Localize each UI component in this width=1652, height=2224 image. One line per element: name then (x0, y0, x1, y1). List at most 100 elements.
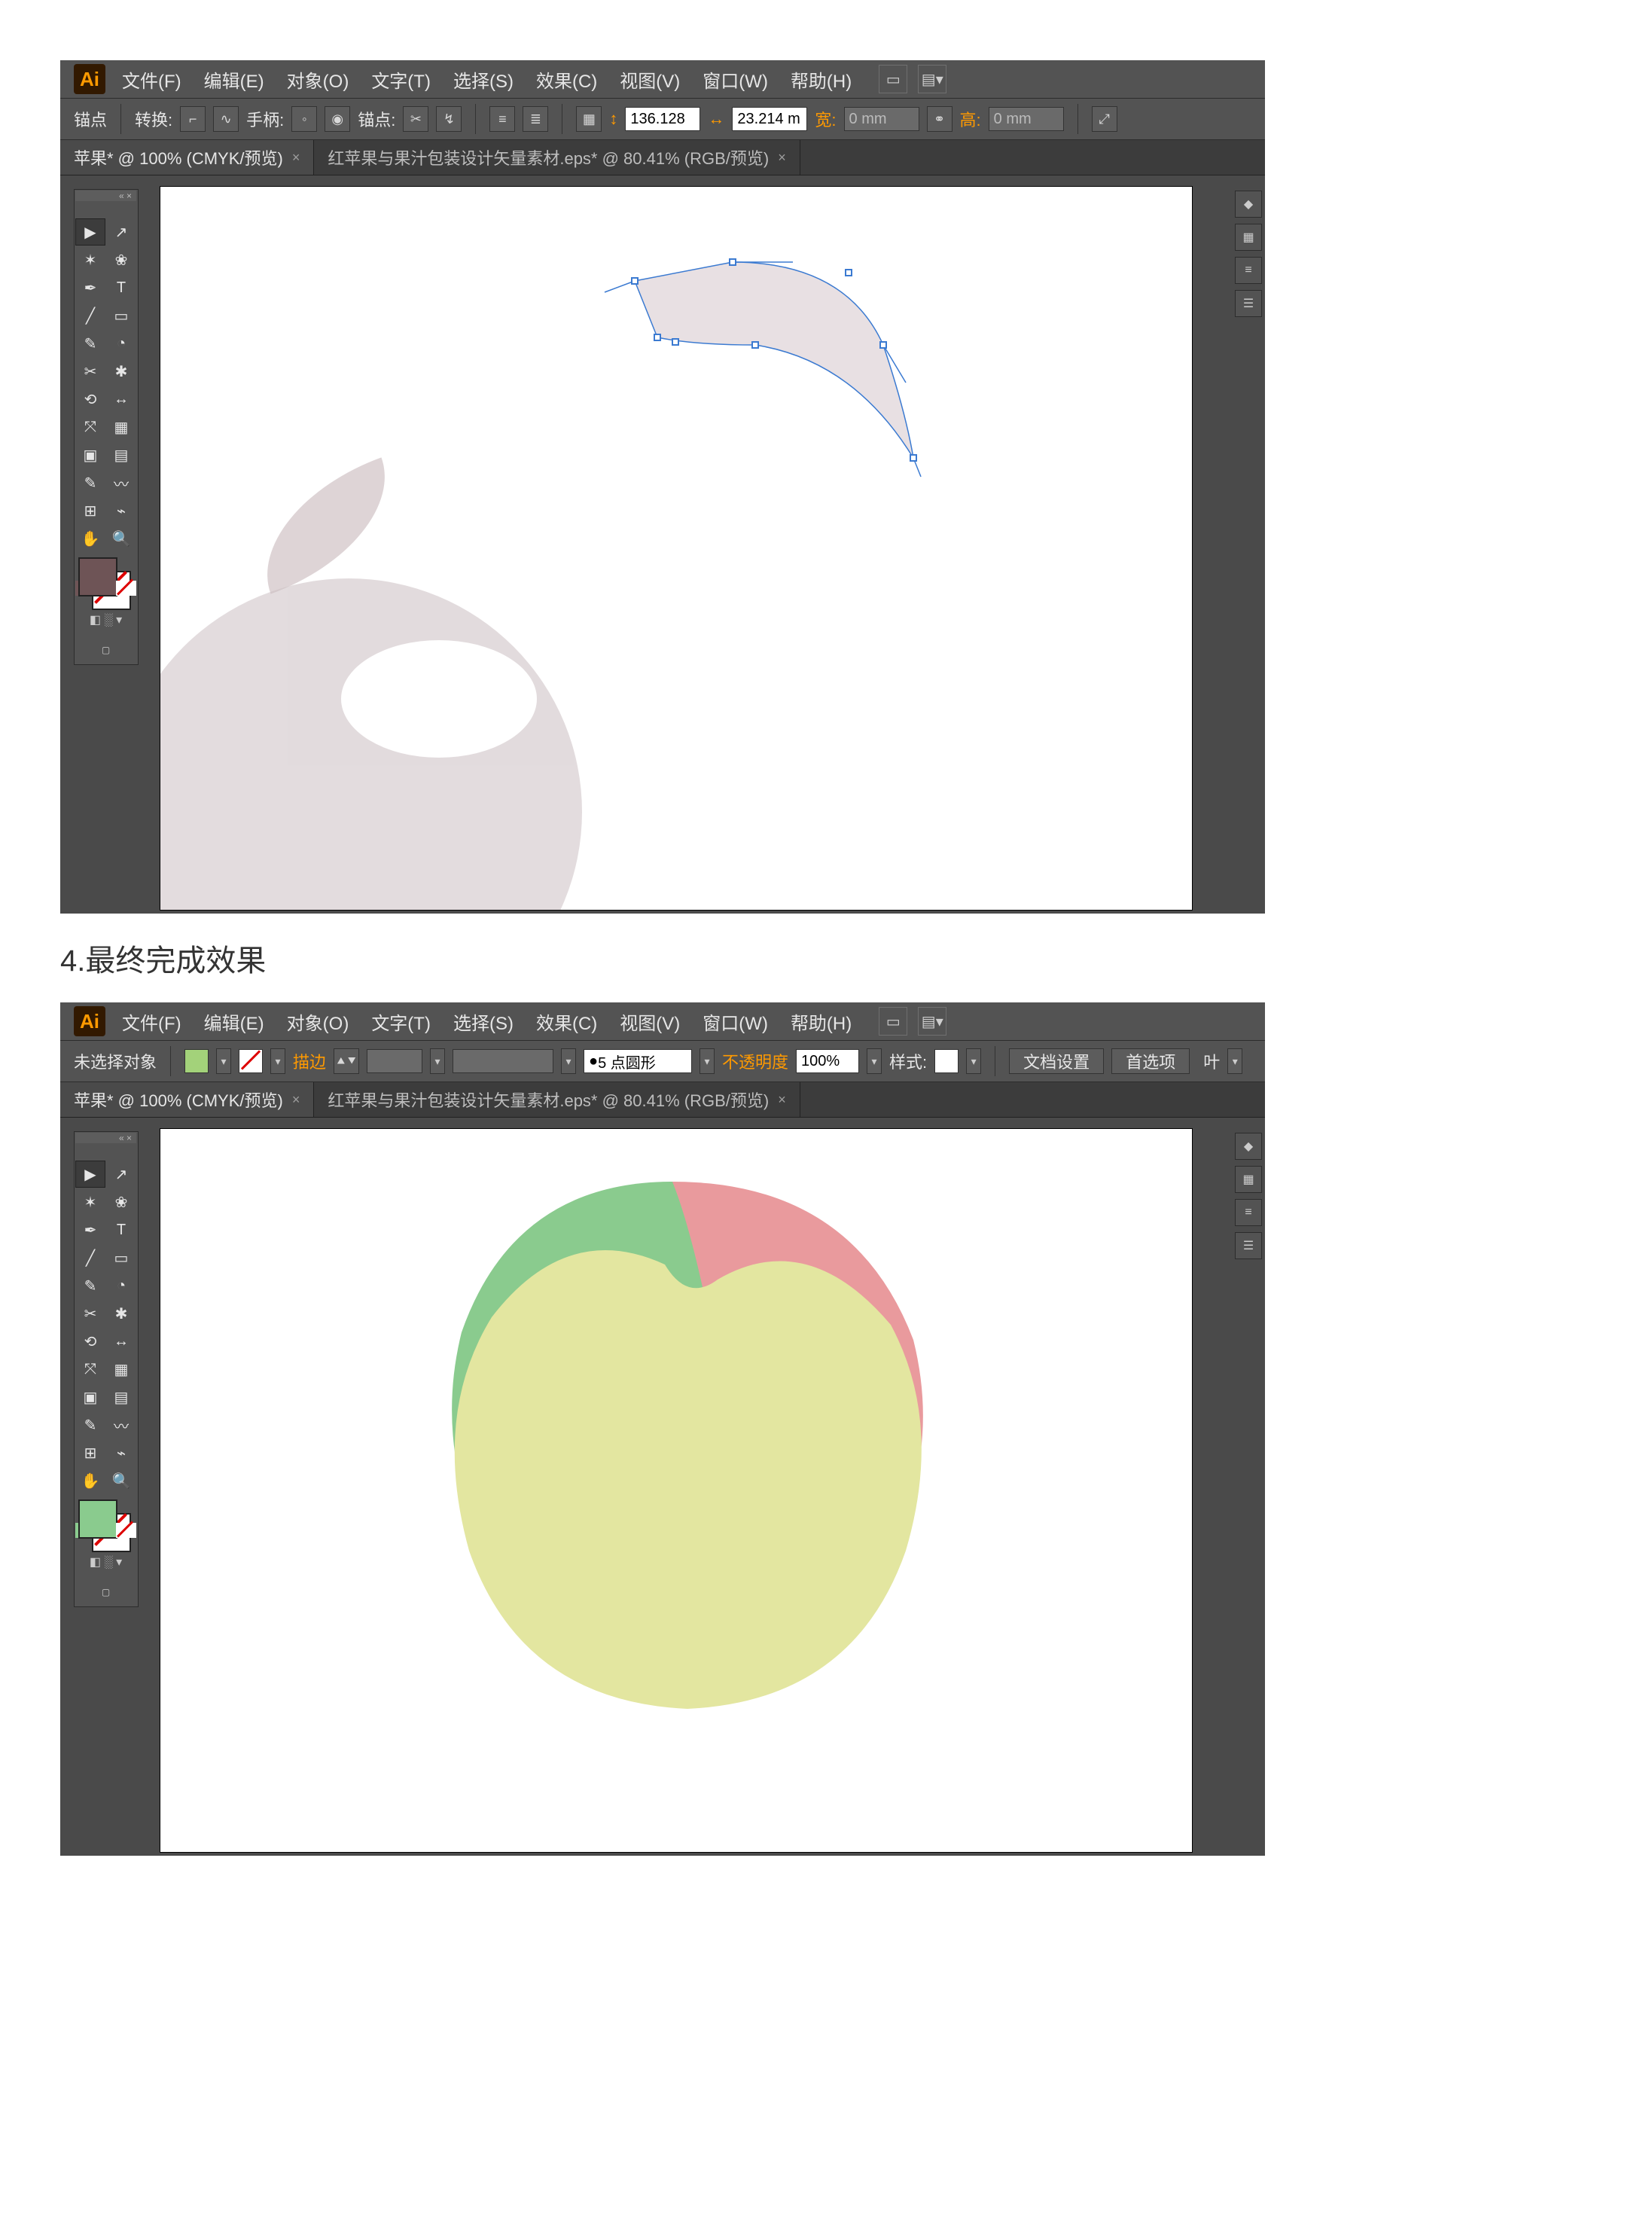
free-transform-tool-icon[interactable]: ▦ (106, 413, 136, 441)
magic-wand-tool-icon[interactable]: ✶ (75, 1188, 105, 1216)
menu-select[interactable]: 选择(S) (443, 1005, 524, 1038)
hand-tool-icon[interactable]: ✋ (75, 1467, 105, 1494)
line-tool-icon[interactable]: ╱ (75, 1244, 105, 1271)
eyedropper-tool-icon[interactable]: ⊞ (75, 1439, 105, 1466)
tools-grip[interactable]: « × (75, 191, 136, 201)
rectangle-tool-icon[interactable]: ▭ (106, 302, 136, 329)
fill-swatch[interactable] (184, 1049, 209, 1073)
gradient-tool-icon[interactable]: 〰 (106, 1411, 136, 1438)
more-dropdown-icon[interactable]: ▾ (1227, 1048, 1242, 1074)
lasso-tool-icon[interactable]: ❀ (106, 1188, 136, 1216)
rail-color-icon[interactable]: ◆ (1235, 191, 1262, 218)
align-anchor-icon[interactable]: ≡ (489, 106, 515, 132)
stroke-dropdown-icon[interactable]: ▾ (270, 1048, 285, 1074)
menu-edit[interactable]: 编辑(E) (194, 63, 275, 96)
show-handles-icon[interactable]: ◦ (291, 106, 317, 132)
menu-effect[interactable]: 效果(C) (526, 63, 608, 96)
tools-grip[interactable]: « × (75, 1133, 136, 1143)
remove-anchor-icon[interactable]: ✂ (403, 106, 428, 132)
type-tool-icon[interactable]: T (106, 274, 136, 301)
width-tool-icon[interactable]: ⤧ (75, 413, 105, 441)
stroke-weight-input[interactable] (367, 1049, 422, 1073)
line-tool-icon[interactable]: ╱ (75, 302, 105, 329)
rail-swatches-icon[interactable]: ▦ (1235, 1166, 1262, 1193)
lasso-tool-icon[interactable]: ❀ (106, 246, 136, 273)
isolate-icon[interactable]: ⤢ (1092, 106, 1117, 132)
rail-layers-icon[interactable]: ☰ (1235, 1232, 1262, 1259)
menu-view[interactable]: 视图(V) (609, 63, 690, 96)
blend-tool-icon[interactable]: ⌁ (106, 497, 136, 524)
blend-tool-icon[interactable]: ⌁ (106, 1439, 136, 1466)
menu-object[interactable]: 对象(O) (276, 63, 360, 96)
scale-tool-icon[interactable]: ↔ (106, 1328, 136, 1355)
stroke-weight-dropdown-icon[interactable]: ▾ (430, 1048, 445, 1074)
perspective-tool-icon[interactable]: ▤ (106, 1384, 136, 1411)
artboard[interactable] (160, 1128, 1193, 1853)
shape-builder-tool-icon[interactable]: ▣ (75, 441, 105, 468)
pen-tool-icon[interactable]: ✒ (75, 1216, 105, 1243)
width-tool-icon[interactable]: ⤧ (75, 1356, 105, 1383)
close-tab-icon[interactable]: × (292, 150, 300, 166)
document-setup-button[interactable]: 文档设置 (1009, 1048, 1104, 1074)
menu-type[interactable]: 文字(T) (361, 63, 441, 96)
pen-tool-icon[interactable]: ✒ (75, 274, 105, 301)
zoom-tool-icon[interactable]: 🔍 (106, 1467, 136, 1494)
menu-file[interactable]: 文件(F) (111, 1005, 192, 1038)
opacity-input[interactable]: 100% (796, 1049, 859, 1073)
change-screen-mode-icon[interactable]: ▢ (75, 1579, 136, 1606)
free-transform-tool-icon[interactable]: ▦ (106, 1356, 136, 1383)
paintbrush-tool-icon[interactable]: ✎ (75, 1272, 105, 1299)
shape-builder-tool-icon[interactable]: ▣ (75, 1384, 105, 1411)
variable-width-profile[interactable] (453, 1049, 553, 1073)
type-tool-icon[interactable]: T (106, 1216, 136, 1243)
more-options-icon[interactable]: 叶 (1203, 1049, 1220, 1073)
pencil-tool-icon[interactable]: ◔ (106, 330, 136, 357)
menu-type[interactable]: 文字(T) (361, 1005, 441, 1038)
convert-corner-icon[interactable]: ⌐ (180, 106, 206, 132)
stroke-weight-stepper[interactable]: ⯅⯆ (334, 1048, 359, 1074)
convert-smooth-icon[interactable]: ∿ (213, 106, 239, 132)
layout-essentials-icon[interactable]: ▭ (879, 1007, 907, 1036)
blob-brush-tool-icon[interactable]: ✱ (106, 1300, 136, 1327)
fill-dropdown-icon[interactable]: ▾ (216, 1048, 231, 1074)
close-tab-icon[interactable]: × (778, 1092, 786, 1108)
close-tab-icon[interactable]: × (778, 150, 786, 166)
hide-handles-icon[interactable]: ◉ (325, 106, 350, 132)
style-dropdown-icon[interactable]: ▾ (966, 1048, 981, 1074)
menu-help[interactable]: 帮助(H) (780, 63, 862, 96)
rail-color-icon[interactable]: ◆ (1235, 1133, 1262, 1160)
magic-wand-tool-icon[interactable]: ✶ (75, 246, 105, 273)
hand-tool-icon[interactable]: ✋ (75, 525, 105, 552)
graphic-style-swatch[interactable] (934, 1049, 959, 1073)
screen-modes[interactable]: ◧ ░ ▾ (75, 609, 136, 631)
rectangle-tool-icon[interactable]: ▭ (106, 1244, 136, 1271)
selected-leaf-path[interactable] (620, 247, 936, 490)
fill-swatch[interactable] (78, 1499, 117, 1539)
doc-tab-1[interactable]: 苹果* @ 100% (CMYK/预览) × (60, 140, 314, 175)
width-input[interactable]: 136.128 (625, 107, 700, 131)
scale-tool-icon[interactable]: ↔ (106, 386, 136, 413)
menu-effect[interactable]: 效果(C) (526, 1005, 608, 1038)
rail-stroke-icon[interactable]: ≡ (1235, 1199, 1262, 1226)
rail-layers-icon[interactable]: ☰ (1235, 290, 1262, 317)
artboard[interactable] (160, 186, 1193, 911)
stroke-swatch-none[interactable] (239, 1049, 263, 1073)
opacity-dropdown-icon[interactable]: ▾ (867, 1048, 882, 1074)
paintbrush-tool-icon[interactable]: ✎ (75, 330, 105, 357)
brush-definition[interactable]: ● 5 点圆形 (584, 1049, 692, 1073)
close-tab-icon[interactable]: × (292, 1092, 300, 1108)
zoom-tool-icon[interactable]: 🔍 (106, 525, 136, 552)
menu-window[interactable]: 窗口(W) (692, 1005, 779, 1038)
fill-swatch[interactable] (78, 557, 117, 596)
doc-tab-2[interactable]: 红苹果与果汁包装设计矢量素材.eps* @ 80.41% (RGB/预览) × (314, 1082, 800, 1117)
eraser-tool-icon[interactable]: ✂ (75, 1300, 105, 1327)
gradient-tool-icon[interactable]: 〰 (106, 469, 136, 496)
screen-modes[interactable]: ◧ ░ ▾ (75, 1551, 136, 1573)
y-input[interactable]: 0 mm (989, 107, 1064, 131)
preferences-button[interactable]: 首选项 (1111, 1048, 1190, 1074)
menu-select[interactable]: 选择(S) (443, 63, 524, 96)
eraser-tool-icon[interactable]: ✂ (75, 358, 105, 385)
connect-anchor-icon[interactable]: ↯ (436, 106, 462, 132)
pencil-tool-icon[interactable]: ◔ (106, 1272, 136, 1299)
transform-ref-icon[interactable]: ▦ (576, 106, 602, 132)
